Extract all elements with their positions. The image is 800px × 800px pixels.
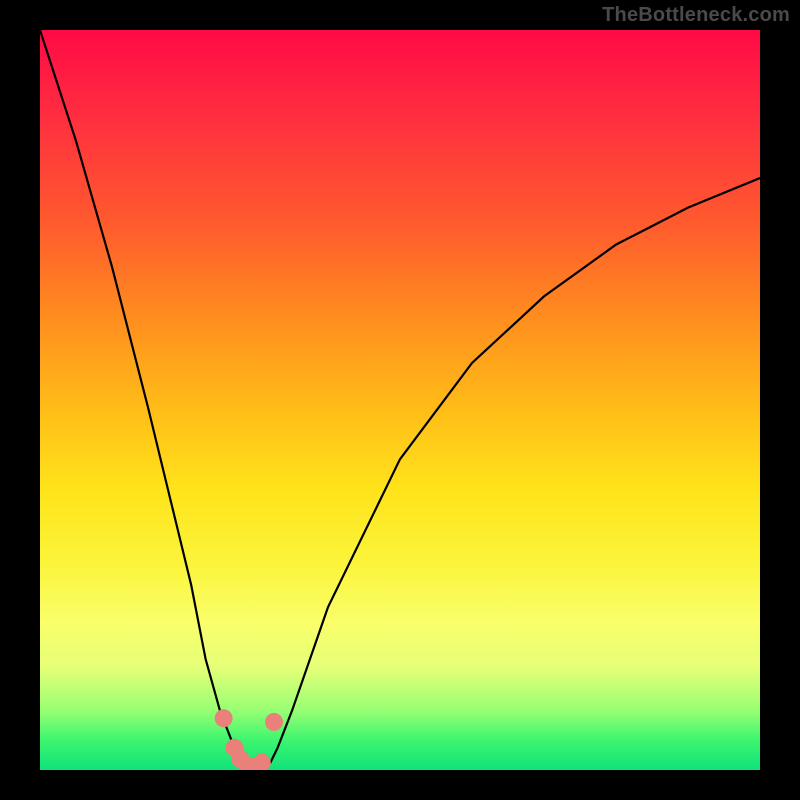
plot-area: [40, 30, 760, 770]
watermark-text: TheBottleneck.com: [602, 4, 790, 27]
curve-layer: [40, 30, 760, 770]
bottleneck-curve-path: [40, 30, 760, 770]
chart-canvas: TheBottleneck.com: [0, 0, 800, 800]
marker-dot: [253, 754, 271, 770]
marker-dot: [265, 713, 283, 731]
marker-dot: [215, 709, 233, 727]
marker-group: [215, 709, 283, 770]
